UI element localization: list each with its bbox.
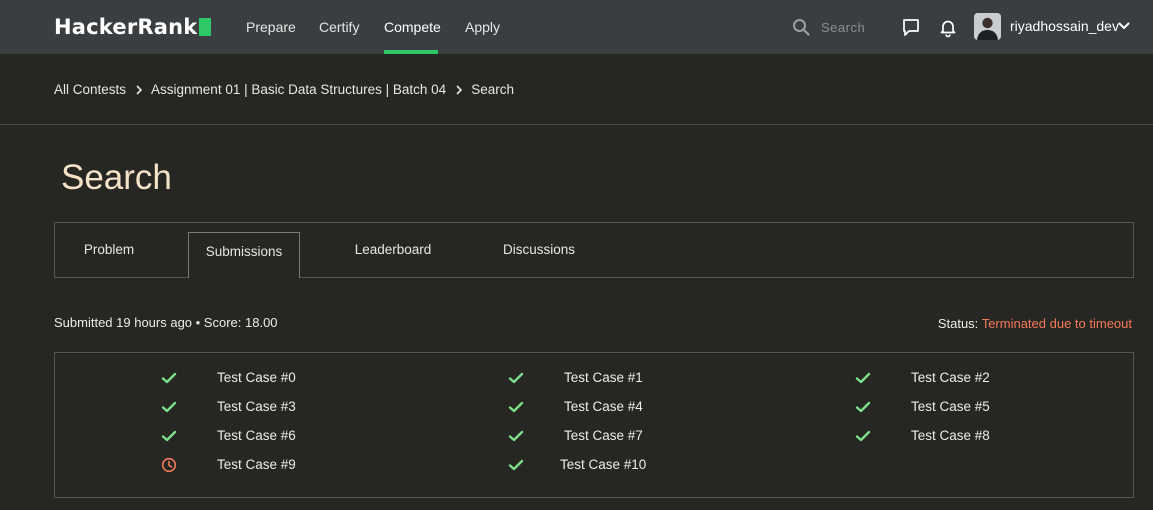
tab-discussions[interactable]: Discussions: [503, 223, 575, 277]
chevron-down-icon[interactable]: [1118, 21, 1130, 31]
test-case-label: Test Case #8: [911, 428, 990, 443]
user-photo-icon: [974, 13, 1001, 40]
tab-submissions[interactable]: Submissions: [188, 232, 300, 278]
messages-icon[interactable]: [902, 18, 920, 38]
chevron-right-icon: [136, 84, 143, 95]
nav-prepare[interactable]: Prepare: [246, 0, 296, 54]
nav-apply[interactable]: Apply: [465, 0, 500, 54]
check-icon: [161, 401, 177, 413]
test-case-label: Test Case #2: [911, 370, 990, 385]
logo-text: HackerRank: [54, 15, 198, 39]
check-icon: [855, 430, 871, 442]
test-case-label: Test Case #6: [217, 428, 296, 443]
nav-compete[interactable]: Compete: [384, 0, 441, 54]
test-cases-panel: Test Case #0 Test Case #1 Test Case #2 T…: [54, 352, 1134, 498]
challenge-tabs: Problem Submissions Leaderboard Discussi…: [54, 222, 1134, 278]
test-case-label: Test Case #4: [564, 399, 643, 414]
check-icon: [508, 459, 524, 471]
breadcrumb-current: Search: [471, 82, 514, 97]
check-icon: [161, 372, 177, 384]
check-icon: [855, 401, 871, 413]
tab-problem[interactable]: Problem: [83, 223, 135, 277]
test-case-label: Test Case #0: [217, 370, 296, 385]
breadcrumb: All Contests Assignment 01 | Basic Data …: [54, 82, 514, 97]
check-icon: [161, 430, 177, 442]
notifications-bell-icon[interactable]: [939, 18, 957, 38]
tab-leaderboard[interactable]: Leaderboard: [353, 223, 433, 277]
clock-icon: [161, 457, 177, 473]
test-case-label: Test Case #9: [217, 457, 296, 472]
submission-summary: Submitted 19 hours ago • Score: 18.00: [54, 315, 278, 330]
status-value: Terminated due to timeout: [981, 316, 1132, 331]
breadcrumb-all-contests[interactable]: All Contests: [54, 82, 126, 97]
submission-status: Status: Terminated due to timeout: [938, 316, 1132, 331]
avatar[interactable]: [974, 13, 1001, 40]
page-title: Search: [61, 158, 172, 197]
check-icon: [508, 372, 524, 384]
hackerrank-logo[interactable]: HackerRank: [54, 14, 212, 40]
check-icon: [855, 372, 871, 384]
check-icon: [508, 401, 524, 413]
chevron-right-icon: [456, 84, 463, 95]
search-icon[interactable]: [792, 18, 810, 36]
test-case-label: Test Case #3: [217, 399, 296, 414]
nav-certify[interactable]: Certify: [319, 0, 359, 54]
test-case-label: Test Case #1: [564, 370, 643, 385]
test-case-label: Test Case #10: [560, 457, 647, 472]
top-navbar: HackerRank Prepare Certify Compete Apply…: [0, 0, 1153, 54]
status-label: Status:: [937, 316, 979, 331]
username[interactable]: riyadhossain_dev: [1010, 0, 1119, 54]
logo-mark-icon: [199, 18, 212, 36]
test-case-label: Test Case #5: [911, 399, 990, 414]
test-case-label: Test Case #7: [564, 428, 643, 443]
check-icon: [508, 430, 524, 442]
breadcrumb-bar: All Contests Assignment 01 | Basic Data …: [0, 54, 1153, 125]
breadcrumb-contest[interactable]: Assignment 01 | Basic Data Structures | …: [151, 82, 446, 97]
search-input[interactable]: Search: [821, 0, 865, 54]
